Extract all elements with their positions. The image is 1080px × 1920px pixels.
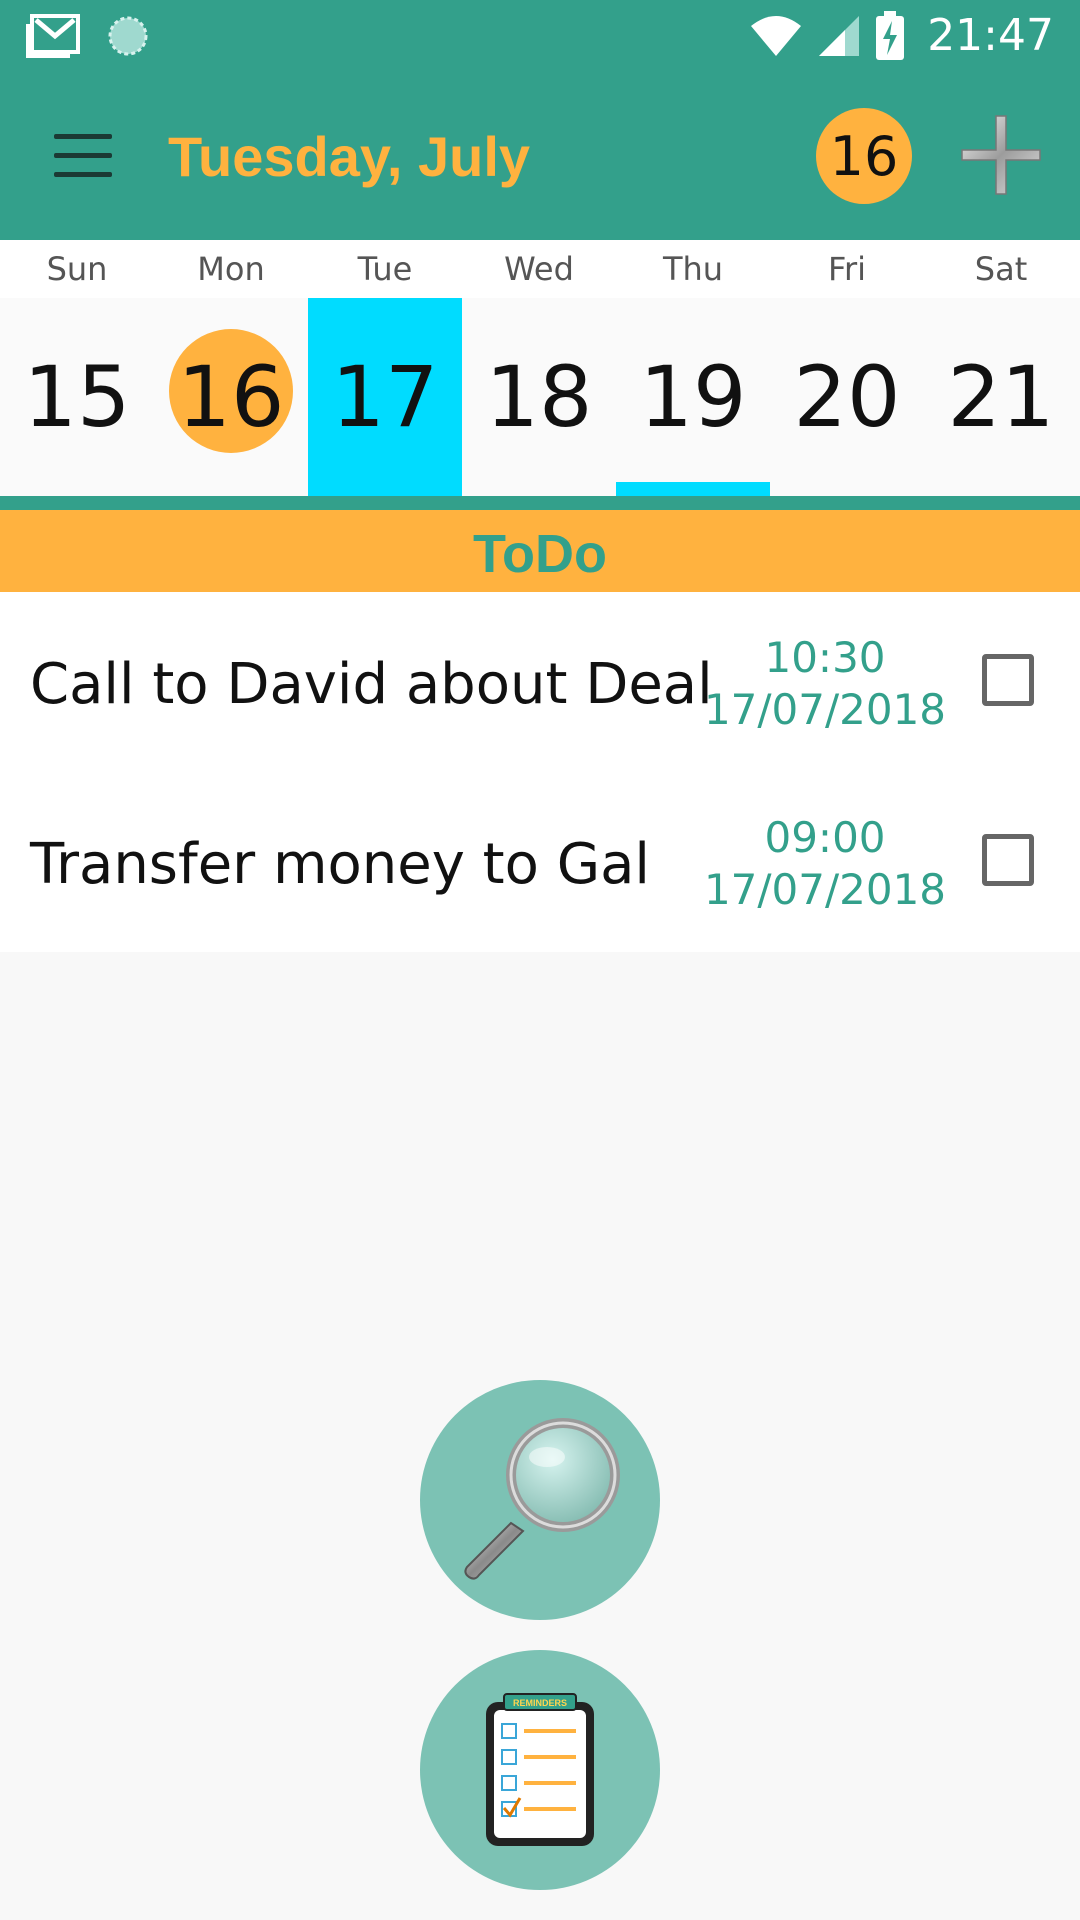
battery-charging-icon — [876, 10, 905, 60]
task-date: 17/07/2018 — [703, 685, 947, 734]
reminders-label: REMINDERS — [513, 1698, 567, 1708]
sync-icon — [108, 16, 148, 56]
reminders-button[interactable]: REMINDERS — [420, 1650, 660, 1890]
task-time: 10:30 — [764, 633, 886, 682]
day-cell[interactable]: 18 — [462, 298, 616, 496]
day-cell[interactable]: 15 — [0, 298, 154, 496]
app-bar: Tuesday, July 16 — [0, 74, 1080, 240]
week-strip: Sun Mon Tue Wed Thu Fri Sat 15 16 17 18 … — [0, 240, 1080, 496]
event-marker — [616, 482, 770, 496]
day-name: Sat — [974, 250, 1028, 288]
wifi-icon — [751, 15, 802, 56]
day-number: 21 — [947, 348, 1055, 446]
status-left-icons — [26, 14, 150, 58]
day-number: 15 — [23, 348, 131, 446]
day-number: 16 — [177, 348, 285, 446]
task-checkbox[interactable] — [982, 834, 1034, 886]
todo-header: ToDo — [0, 510, 1080, 592]
day-cell[interactable]: 19 — [616, 298, 770, 496]
day-cell[interactable]: 21 — [924, 298, 1078, 496]
day-number: 17 — [331, 348, 439, 446]
task-time: 09:00 — [764, 813, 886, 862]
reminders-clipboard-icon: REMINDERS — [486, 1693, 594, 1846]
day-names-row: Sun Mon Tue Wed Thu Fri Sat — [0, 240, 1080, 298]
task-checkbox[interactable] — [982, 654, 1034, 706]
day-cell[interactable]: 20 — [770, 298, 924, 496]
page-title: Tuesday, July — [168, 125, 531, 188]
task-title: Transfer money to Gal — [30, 832, 650, 897]
task-date: 17/07/2018 — [703, 865, 947, 914]
day-number: 18 — [485, 348, 593, 446]
day-name: Mon — [197, 250, 265, 288]
day-number: 19 — [639, 348, 747, 446]
task-row[interactable]: Transfer money to Gal 09:00 17/07/2018 — [0, 772, 1080, 952]
task-datetime: 10:30 17/07/2018 — [700, 632, 950, 736]
status-time: 21:47 — [927, 10, 1054, 61]
day-cell-today[interactable]: 16 — [154, 298, 308, 496]
task-datetime: 09:00 17/07/2018 — [700, 812, 950, 916]
task-title: Call to David about Deal — [30, 652, 713, 717]
day-name: Thu — [662, 250, 724, 288]
status-right-icons: 21:47 — [749, 10, 1054, 61]
task-row[interactable]: Call to David about Deal 10:30 17/07/201… — [0, 592, 1080, 772]
gmail-icon — [26, 14, 80, 58]
magnifier-icon — [464, 1418, 620, 1580]
day-name: Tue — [357, 250, 413, 288]
menu-icon[interactable] — [54, 134, 112, 180]
day-number: 20 — [793, 348, 901, 446]
task-list: Call to David about Deal 10:30 17/07/201… — [0, 592, 1080, 952]
week-divider — [0, 496, 1080, 510]
day-numbers-row: 15 16 17 18 19 20 21 — [0, 298, 1080, 496]
status-bar: 21:47 — [0, 0, 1080, 74]
day-cell-selected[interactable]: 17 — [308, 298, 462, 496]
signal-icon — [819, 15, 860, 56]
search-button[interactable] — [420, 1380, 660, 1620]
day-name: Fri — [827, 250, 867, 288]
today-button[interactable]: 16 — [816, 108, 912, 204]
day-name: Wed — [504, 250, 574, 288]
day-name: Sun — [46, 250, 108, 288]
add-icon[interactable] — [960, 114, 1042, 196]
